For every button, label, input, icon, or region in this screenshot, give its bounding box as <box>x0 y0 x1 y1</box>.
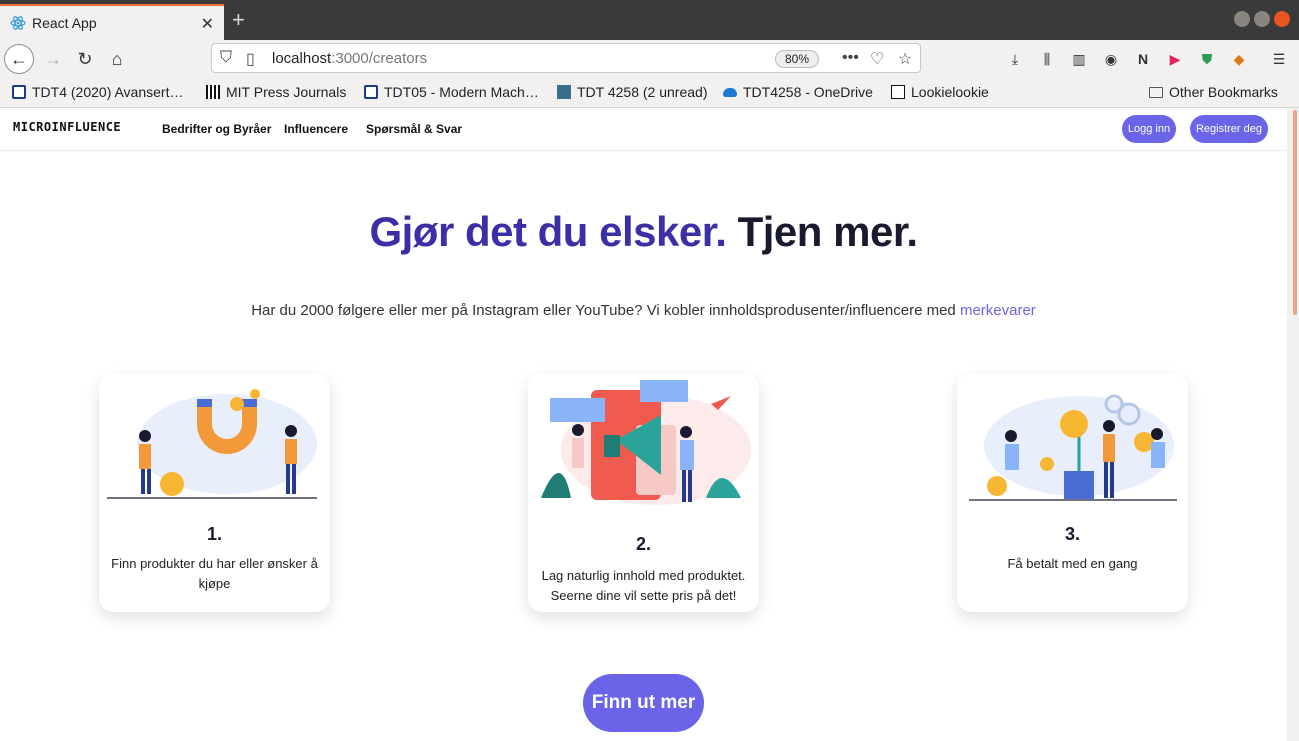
bookmark-item[interactable]: TDT 4258 (2 unread) <box>557 84 707 100</box>
pocket-icon[interactable]: ♡ <box>870 49 884 69</box>
url-text: localhost:3000/creators <box>272 50 428 67</box>
minimize-window-icon[interactable] <box>1234 11 1250 27</box>
magnet-illustration <box>107 389 317 499</box>
step-card-1: 1. Finn produkter du har eller ønsker å … <box>99 374 330 612</box>
shield-icon[interactable]: ⛉ <box>220 49 232 67</box>
nav-link-influencers[interactable]: Influencere <box>284 122 348 136</box>
bookmark-item[interactable]: MIT Press Journals <box>206 84 346 100</box>
site-navbar: MICROINFLUENCE Bedrifter og Byråer Influ… <box>0 108 1287 151</box>
step-card-3: 3. Få betalt med en gang <box>957 374 1188 612</box>
step-number: 1. <box>206 524 222 544</box>
money-plant-illustration <box>969 394 1177 501</box>
scrollbar-thumb[interactable] <box>1293 110 1297 315</box>
bookmark-icon <box>206 85 220 99</box>
tab-title: React App <box>32 15 97 31</box>
step-card-2: 2. Lag naturlig innhold med produktet. S… <box>528 374 759 612</box>
bookmark-icon <box>364 85 378 99</box>
library-icon[interactable]: ⫼ <box>1038 50 1056 68</box>
video-extension-icon[interactable]: ▶ <box>1166 50 1184 68</box>
notion-icon <box>891 85 905 99</box>
bookmark-item[interactable]: TDT05 - Modern Mach… <box>364 84 539 100</box>
react-icon <box>10 16 26 30</box>
bookmark-star-icon[interactable]: ☆ <box>898 49 912 69</box>
maximize-window-icon[interactable] <box>1254 11 1270 27</box>
bookmark-item[interactable]: TDT4 (2020) Avansert… <box>12 84 183 100</box>
page-icon[interactable]: ▯ <box>246 49 255 69</box>
megaphone-illustration <box>541 380 751 505</box>
new-tab-icon[interactable]: + <box>232 8 245 32</box>
hero-heading-part1: Gjør det du elsker. <box>369 208 727 255</box>
step-text: Finn produkter du har eller ønsker å kjø… <box>111 556 318 591</box>
bookmark-icon <box>12 85 26 99</box>
bookmark-icon <box>557 85 571 99</box>
site-logo[interactable]: MICROINFLUENCE <box>13 120 121 134</box>
hero-heading: Gjør det du elsker. Tjen mer. <box>0 208 1287 256</box>
nav-link-companies[interactable]: Bedrifter og Byråer <box>162 122 271 136</box>
forward-button[interactable]: → <box>38 44 68 74</box>
bookmark-item[interactable]: TDT4258 - OneDrive <box>723 84 873 100</box>
folder-icon <box>1149 86 1163 98</box>
bookmark-folder[interactable]: Other Bookmarks <box>1149 84 1278 100</box>
register-button[interactable]: Registrer deg <box>1190 115 1268 143</box>
hero-subtitle: Har du 2000 følgere eller mer på Instagr… <box>251 302 1036 319</box>
learn-more-button[interactable]: Finn ut mer <box>583 674 704 732</box>
nav-link-faq[interactable]: Spørsmål & Svar <box>366 122 462 136</box>
reload-button[interactable]: ↻ <box>70 44 100 74</box>
url-bar[interactable]: ⛉ ▯ localhost:3000/creators 80% ••• ♡ ☆ <box>211 43 921 73</box>
account-icon[interactable]: ◉ <box>1102 50 1120 68</box>
sidebar-icon[interactable]: ▥ <box>1070 50 1088 68</box>
hero-heading-part2: Tjen mer. <box>737 208 918 255</box>
metamask-icon[interactable]: ◆ <box>1230 50 1248 68</box>
close-window-icon[interactable] <box>1274 11 1290 27</box>
brands-link[interactable]: merkevarer <box>960 302 1036 319</box>
step-text: Få betalt med en gang <box>1007 556 1138 571</box>
page-content: MICROINFLUENCE Bedrifter og Byråer Influ… <box>0 108 1287 741</box>
browser-navbar: ← → ↻ ⌂ ⛉ ▯ localhost:3000/creators 80% … <box>0 40 1299 78</box>
step-number: 3. <box>1064 524 1080 544</box>
zoom-indicator[interactable]: 80% <box>775 50 819 68</box>
step-number: 2. <box>635 534 651 554</box>
step-text: Lag naturlig innhold med produktet. Seer… <box>541 568 746 603</box>
browser-tab[interactable]: React App ✕ <box>0 4 224 40</box>
menu-icon[interactable]: ☰ <box>1270 50 1288 68</box>
page-scrollbar[interactable] <box>1287 108 1299 741</box>
bookmarks-bar: TDT4 (2020) Avansert… MIT Press Journals… <box>0 78 1299 108</box>
browser-titlebar: React App ✕ + <box>0 0 1299 40</box>
bookmark-item[interactable]: Lookielookie <box>891 84 989 100</box>
close-tab-icon[interactable]: ✕ <box>201 14 214 34</box>
more-actions-icon[interactable]: ••• <box>842 49 859 67</box>
home-button[interactable]: ⌂ <box>102 44 132 74</box>
login-button[interactable]: Logg inn <box>1122 115 1176 143</box>
cloud-icon <box>723 87 737 97</box>
notion-extension-icon[interactable]: N <box>1134 50 1152 68</box>
privacy-extension-icon[interactable]: ⛊ <box>1198 50 1216 68</box>
back-button[interactable]: ← <box>4 44 34 74</box>
downloads-icon[interactable]: ⤓ <box>1006 50 1024 68</box>
